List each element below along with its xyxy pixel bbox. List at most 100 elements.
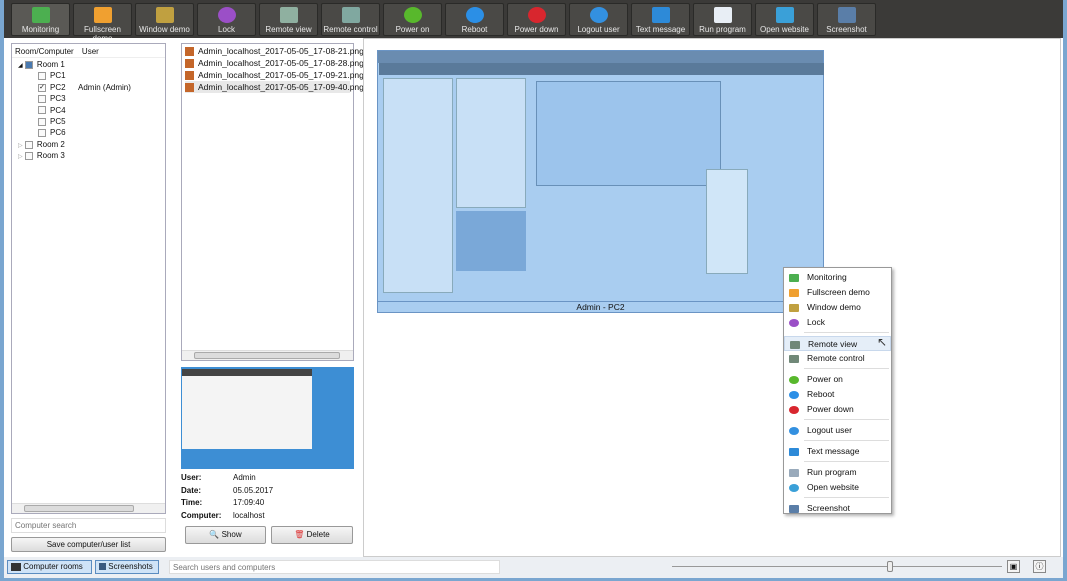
fit-screen-icon[interactable]: ▣ [1007,560,1020,573]
toolbar-button-remote-control[interactable]: Remote control [321,3,380,36]
menu-item-logout-user[interactable]: Logout user [784,423,891,438]
room-checkbox[interactable] [24,152,33,161]
screenshot-icon [837,7,856,23]
menu-separator [804,368,889,369]
room-label: Room 1 [36,60,65,69]
tree-room3[interactable]: ▷ Room 3 [18,150,165,161]
menu-item-power-down[interactable]: Power down [784,402,891,417]
toolbar-button-label: Reboot [461,25,488,34]
image-file-icon [185,83,194,93]
computer-search-input[interactable] [11,518,166,533]
file-item[interactable]: Admin_localhost_2017-05-05_17-09-21.png [185,69,364,81]
computer-checkbox[interactable] [38,72,46,81]
toolbar-button-power-on[interactable]: Power on [383,3,442,36]
menu-item-power-on[interactable]: Power on [784,372,891,387]
tree-computer[interactable]: PC6 [18,127,165,138]
delete-label: Delete [306,530,330,539]
file-item[interactable]: Admin_localhost_2017-05-05_17-08-21.png [185,45,364,57]
room-checkbox[interactable] [24,60,33,69]
info-icon[interactable]: ⓘ [1033,560,1046,573]
search-users-input[interactable] [169,560,500,574]
menu-separator [804,461,889,462]
save-list-button[interactable]: Save computer/user list [11,537,166,552]
menu-item-monitoring[interactable]: Monitoring [784,270,891,285]
power-on-icon [789,376,799,384]
fullscreen-demo-icon [789,289,799,297]
menu-item-remote-control[interactable]: Remote control [784,351,891,366]
remote-control-icon [341,7,360,23]
column-computer[interactable]: Room/Computer [15,47,74,56]
remote-view-icon [279,7,298,23]
toolbar-button-text-message[interactable]: Text message [631,3,690,36]
zoom-slider-thumb[interactable] [886,561,893,572]
file-list-hscrollbar[interactable] [182,350,353,360]
menu-item-run-program[interactable]: Run program [784,465,891,480]
show-button[interactable]: 🔍 Show [185,526,266,544]
toolbar-button-remote-view[interactable]: Remote view [259,3,318,36]
menu-item-label: Reboot [807,389,835,399]
computer-value: localhost [233,510,265,520]
menu-item-label: Monitoring [807,272,847,282]
toolbar-button-label: Screenshot [826,25,867,34]
reboot-icon [789,391,799,399]
toolbar-button-logout-user[interactable]: Logout user [569,3,628,36]
file-name: Admin_localhost_2017-05-05_17-09-40.png [198,82,364,92]
tree-hscrollbar[interactable] [12,503,165,513]
menu-item-reboot[interactable]: Reboot [784,387,891,402]
tree-computer[interactable]: PC5 [18,116,165,127]
room-checkbox[interactable] [24,140,33,149]
menu-item-screenshot[interactable]: Screenshot [784,501,891,516]
toolbar-button-run-program[interactable]: Run program [693,3,752,36]
screenshot-image[interactable] [377,50,824,313]
toolbar-button-fullscreen-demo[interactable]: Fullscreen demo [73,3,132,43]
tree-computer[interactable]: PC4 [18,105,165,116]
tree-computer[interactable]: PC3 [18,93,165,104]
computer-checkbox[interactable] [38,129,46,138]
toolbar-button-label: Remote view [265,25,312,34]
toolbar-button-reboot[interactable]: Reboot [445,3,504,36]
tree-room-1[interactable]: ◢ Room 1 [18,59,165,70]
computer-rooms-tab[interactable]: Computer rooms [7,560,92,574]
fullscreen-demo-icon [93,7,112,23]
file-item[interactable]: Admin_localhost_2017-05-05_17-09-40.png [185,81,364,93]
screenshot-file-list[interactable]: Admin_localhost_2017-05-05_17-08-21.png A… [181,43,364,361]
run-program-icon [713,7,732,23]
monitoring-icon [789,274,799,282]
computer-checkbox[interactable] [38,106,46,115]
tree-computer[interactable]: PC1 [18,70,165,81]
computer-tree[interactable]: Room/Computer User ◢ Room 1 PC1 ✓ PC2 Admin … [11,43,166,514]
computer-checkbox[interactable]: ✓ [38,83,46,92]
toolbar-button-monitoring[interactable]: Monitoring [11,3,70,36]
computer-checkbox[interactable] [38,95,46,104]
toolbar-button-label: Open website [760,25,809,34]
toolbar-button-screenshot[interactable]: Screenshot [817,3,876,36]
file-name: Admin_localhost_2017-05-05_17-08-21.png [198,46,364,56]
column-user[interactable]: User [82,47,99,56]
file-item[interactable]: Admin_localhost_2017-05-05_17-08-28.png [185,57,364,69]
toolbar-button-lock[interactable]: Lock [197,3,256,36]
toolbar: Monitoring Fullscreen demo Window demo Lock… [4,0,1063,43]
menu-item-remote-view[interactable]: Remote view [784,336,891,351]
delete-button[interactable]: 🗑 Delete [271,526,353,544]
toolbar-button-power-down[interactable]: Power down [507,3,566,36]
toolbar-button-open-website[interactable]: Open website [755,3,814,36]
menu-item-text-message[interactable]: Text message [784,444,891,459]
computer-checkbox[interactable] [38,117,46,126]
menu-item-open-website[interactable]: Open website [784,480,891,495]
open-website-icon [775,7,794,23]
toolbar-button-window-demo[interactable]: Window demo [135,3,194,36]
menu-item-window-demo[interactable]: Window demo [784,300,891,315]
remote-control-icon [789,355,799,363]
tree-room2[interactable]: ▷ Room 2 [18,139,165,150]
zoom-slider[interactable] [672,566,1002,567]
menu-item-fullscreen-demo[interactable]: Fullscreen demo [784,285,891,300]
file-name: Admin_localhost_2017-05-05_17-08-28.png [198,58,364,68]
menu-item-lock[interactable]: Lock [784,315,891,330]
show-label: Show [221,530,242,539]
screenshots-tab[interactable]: Screenshots [95,560,159,574]
toolbar-button-label: Lock [218,25,235,34]
menu-separator [804,497,889,498]
screenshot-preview-thumbnail[interactable] [181,367,354,469]
tree-computer[interactable]: ✓ PC2 Admin (Admin) [18,82,165,93]
toolbar-button-label: Window demo [139,25,190,34]
